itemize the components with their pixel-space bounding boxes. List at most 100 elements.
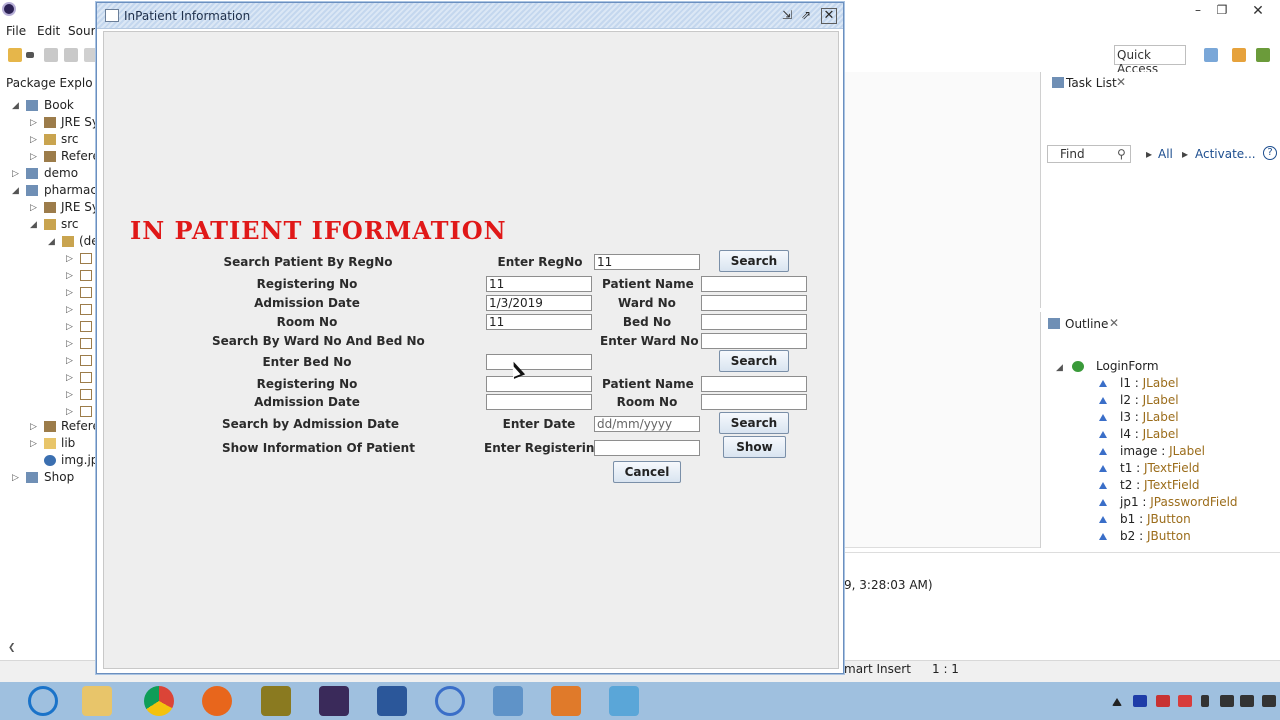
close-tab-icon[interactable]: ✕ xyxy=(1109,316,1119,330)
java-ee-perspective-icon[interactable] xyxy=(1232,48,1246,62)
tray-expand-icon[interactable] xyxy=(1112,698,1122,706)
reg-no-field[interactable] xyxy=(486,276,592,292)
save-icon[interactable] xyxy=(44,48,58,62)
search-date-button[interactable]: Search xyxy=(719,412,789,434)
room-no2-field[interactable] xyxy=(701,394,807,410)
scroll-left-icon[interactable]: ❮ xyxy=(8,643,16,653)
collapsed-arrow-icon[interactable]: ▷ xyxy=(66,288,73,298)
chevron-down-icon[interactable] xyxy=(26,52,34,58)
collapsed-arrow-icon[interactable]: ▷ xyxy=(66,356,73,366)
expanded-arrow-icon[interactable]: ◢ xyxy=(48,237,55,247)
admission-date-field[interactable] xyxy=(486,295,592,311)
patient-name-field[interactable] xyxy=(701,276,807,292)
java-file-icon[interactable] xyxy=(80,338,92,349)
chrome-icon[interactable] xyxy=(144,686,174,716)
battery-icon[interactable] xyxy=(1201,695,1209,707)
outline-item[interactable]: b2 : JButton xyxy=(1120,529,1191,543)
active-app-icon[interactable] xyxy=(493,686,523,716)
java-perspective-icon[interactable] xyxy=(1256,48,1270,62)
tree-item-book[interactable]: Book xyxy=(44,98,74,112)
java-app-icon[interactable] xyxy=(551,686,581,716)
collapsed-arrow-icon[interactable]: ▷ xyxy=(30,439,37,449)
tray-app-icon[interactable] xyxy=(1178,695,1192,707)
collapsed-arrow-icon[interactable]: ▷ xyxy=(66,407,73,417)
java-file-icon[interactable] xyxy=(80,304,92,315)
expanded-arrow-icon[interactable]: ◢ xyxy=(12,101,19,111)
enter-ward-input[interactable] xyxy=(701,333,807,349)
outline-item[interactable]: t1 : JTextField xyxy=(1120,461,1200,475)
infinity-app-icon[interactable] xyxy=(435,686,465,716)
reg-no2-field[interactable] xyxy=(486,376,592,392)
outline-item[interactable]: l4 : JLabel xyxy=(1120,427,1179,441)
firefox-icon[interactable] xyxy=(202,686,232,716)
menu-edit[interactable]: Edit xyxy=(37,24,60,38)
search-ward-bed-button[interactable]: Search xyxy=(719,350,789,372)
word-icon[interactable] xyxy=(377,686,407,716)
window-title-bar[interactable]: InPatient Information ⇲ ⇗ ✕ xyxy=(97,3,843,29)
cancel-button[interactable]: Cancel xyxy=(613,461,681,483)
file-explorer-icon[interactable] xyxy=(82,686,112,716)
outline-item[interactable]: l1 : JLabel xyxy=(1120,376,1179,390)
tree-item-src[interactable]: src xyxy=(61,132,79,146)
enter-reg-input[interactable] xyxy=(594,440,700,456)
ward-no-field[interactable] xyxy=(701,295,807,311)
java-file-icon[interactable] xyxy=(80,287,92,298)
collapsed-arrow-icon[interactable]: ▷ xyxy=(66,373,73,383)
save-all-icon[interactable] xyxy=(64,48,78,62)
tree-item-img[interactable]: img.jp xyxy=(61,453,98,467)
activate-link[interactable]: Activate... xyxy=(1195,147,1256,161)
bed-no-field[interactable] xyxy=(701,314,807,330)
notification-icon[interactable] xyxy=(1262,695,1276,707)
enter-regno-input[interactable] xyxy=(594,254,700,270)
collapsed-arrow-icon[interactable]: ▷ xyxy=(66,271,73,281)
close-icon[interactable]: ✕ xyxy=(821,8,837,24)
tray-app-icon[interactable] xyxy=(1133,695,1147,707)
tree-item-referenced[interactable]: Refere xyxy=(61,149,100,163)
close-icon[interactable]: ✕ xyxy=(1236,0,1280,22)
hs-app-icon[interactable] xyxy=(261,686,291,716)
quick-access-input[interactable]: Quick Access xyxy=(1114,45,1186,76)
collapsed-arrow-icon[interactable]: ▷ xyxy=(66,390,73,400)
tree-item-src[interactable]: src xyxy=(61,217,79,231)
search-icon[interactable]: ⚲ xyxy=(1117,147,1126,161)
outline-item[interactable]: b1 : JButton xyxy=(1120,512,1191,526)
expanded-arrow-icon[interactable]: ◢ xyxy=(30,220,37,230)
outline-root[interactable]: LoginForm xyxy=(1096,359,1159,373)
notepad-app-icon[interactable] xyxy=(609,686,639,716)
java-file-icon[interactable] xyxy=(80,406,92,417)
collapsed-arrow-icon[interactable]: ▷ xyxy=(66,305,73,315)
tree-item-shop[interactable]: Shop xyxy=(44,470,74,484)
outline-tab[interactable]: Outline xyxy=(1065,317,1108,331)
enter-bed-input[interactable] xyxy=(486,354,592,370)
java-file-icon[interactable] xyxy=(80,270,92,281)
show-button[interactable]: Show xyxy=(723,436,786,458)
java-file-icon[interactable] xyxy=(80,355,92,366)
task-list-tab[interactable]: Task List xyxy=(1066,76,1117,90)
expanded-arrow-icon[interactable]: ◢ xyxy=(1056,363,1063,373)
package-explorer-tab[interactable]: Package Explo xyxy=(6,76,93,90)
all-link[interactable]: All xyxy=(1158,147,1173,161)
restore-icon[interactable]: ❐ xyxy=(1214,2,1230,18)
collapsed-arrow-icon[interactable]: ▷ xyxy=(30,203,37,213)
java-file-icon[interactable] xyxy=(80,389,92,400)
collapsed-arrow-icon[interactable]: ▷ xyxy=(12,473,19,483)
admission-date2-field[interactable] xyxy=(486,394,592,410)
java-file-icon[interactable] xyxy=(80,321,92,332)
collapsed-arrow-icon[interactable]: ▷ xyxy=(30,152,37,162)
collapsed-arrow-icon[interactable]: ▷ xyxy=(66,322,73,332)
menu-source[interactable]: Sour xyxy=(68,24,96,38)
collapsed-arrow-icon[interactable]: ▷ xyxy=(66,254,73,264)
tree-item-referenced[interactable]: Refere xyxy=(61,419,100,433)
iconify-icon[interactable]: ⇲ xyxy=(779,8,795,24)
collapsed-arrow-icon[interactable]: ▷ xyxy=(30,422,37,432)
collapsed-arrow-icon[interactable]: ▷ xyxy=(30,118,37,128)
outline-item[interactable]: image : JLabel xyxy=(1120,444,1205,458)
menu-file[interactable]: File xyxy=(6,24,26,38)
tree-item-lib[interactable]: lib xyxy=(61,436,75,450)
outline-item[interactable]: t2 : JTextField xyxy=(1120,478,1200,492)
outline-item[interactable]: l3 : JLabel xyxy=(1120,410,1179,424)
collapsed-arrow-icon[interactable]: ▷ xyxy=(30,135,37,145)
help-icon[interactable]: ? xyxy=(1263,146,1277,160)
patient-name2-field[interactable] xyxy=(701,376,807,392)
collapsed-arrow-icon[interactable]: ▷ xyxy=(66,339,73,349)
